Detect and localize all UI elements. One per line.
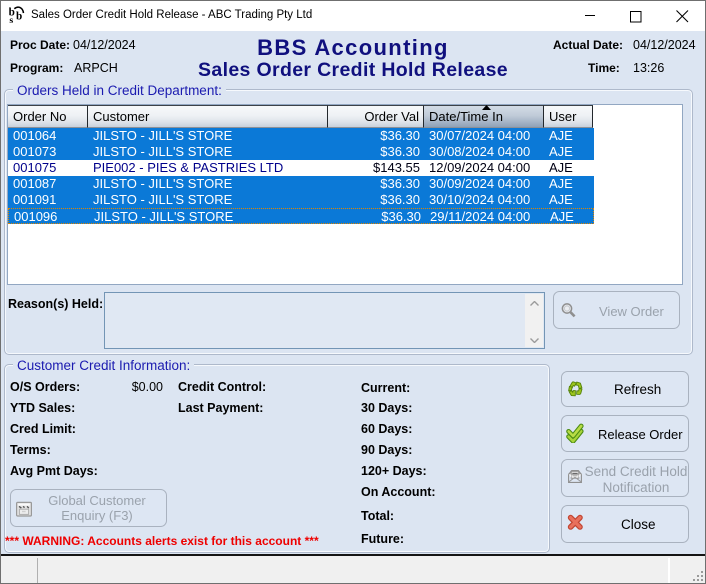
- svg-text:s: s: [9, 15, 13, 26]
- svg-text:b: b: [16, 10, 22, 22]
